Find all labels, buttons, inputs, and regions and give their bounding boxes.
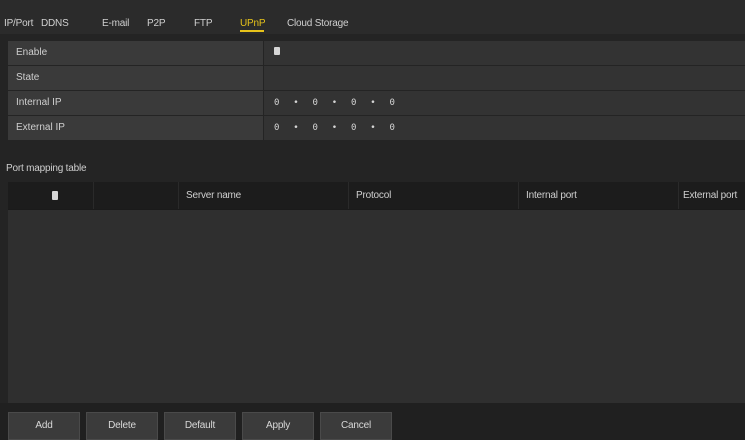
tab-p2p[interactable]: P2P [147,18,166,29]
settings-tab-bar: IP/Port DDNS E-mail P2P FTP UPnP Cloud S… [0,0,745,34]
action-button-bar: Add Delete Default Apply Cancel [0,403,745,440]
column-divider [678,182,679,209]
column-internal-port[interactable]: Internal port [526,182,577,209]
table-body [8,210,745,403]
enable-value [264,41,745,65]
external-ip-row: External IP 0 • 0 • 0 • 0 [8,116,745,140]
tab-upnp[interactable]: UPnP [240,18,266,29]
enable-row: Enable [8,41,745,65]
internal-ip-row: Internal IP 0 • 0 • 0 • 0 [8,91,745,115]
upnp-settings-form: Enable State Internal IP 0 • 0 • 0 • 0 E… [8,41,745,141]
delete-button[interactable]: Delete [86,412,158,440]
tab-ftp[interactable]: FTP [194,18,213,29]
enable-checkbox[interactable] [274,47,280,56]
select-all-checkbox[interactable] [52,191,58,200]
column-divider [93,182,94,209]
external-ip-field[interactable]: 0 • 0 • 0 • 0 [264,116,745,140]
internal-ip-value: 0 • 0 • 0 • 0 [274,98,396,108]
tab-email[interactable]: E-mail [102,18,129,29]
state-value [264,66,745,90]
external-ip-value: 0 • 0 • 0 • 0 [274,123,396,133]
column-server-name[interactable]: Server name [186,182,241,209]
enable-label: Enable [8,41,263,65]
column-divider [178,182,179,209]
table-header: Server name Protocol Internal port Exter… [8,182,745,210]
external-ip-label: External IP [8,116,263,140]
apply-button[interactable]: Apply [242,412,314,440]
state-label: State [8,66,263,90]
tab-cloud-storage[interactable]: Cloud Storage [287,18,349,29]
internal-ip-label: Internal IP [8,91,263,115]
tab-ip-port[interactable]: IP/Port [4,18,33,29]
column-protocol[interactable]: Protocol [356,182,391,209]
column-divider [518,182,519,209]
internal-ip-field[interactable]: 0 • 0 • 0 • 0 [264,91,745,115]
state-row: State [8,66,745,90]
cancel-button[interactable]: Cancel [320,412,392,440]
add-button[interactable]: Add [8,412,80,440]
column-divider [348,182,349,209]
default-button[interactable]: Default [164,412,236,440]
column-external-port[interactable]: External port [683,182,737,209]
active-tab-indicator [240,30,264,32]
port-mapping-title: Port mapping table [6,163,87,174]
tab-ddns[interactable]: DDNS [41,18,69,29]
port-mapping-table: Server name Protocol Internal port Exter… [8,182,745,403]
